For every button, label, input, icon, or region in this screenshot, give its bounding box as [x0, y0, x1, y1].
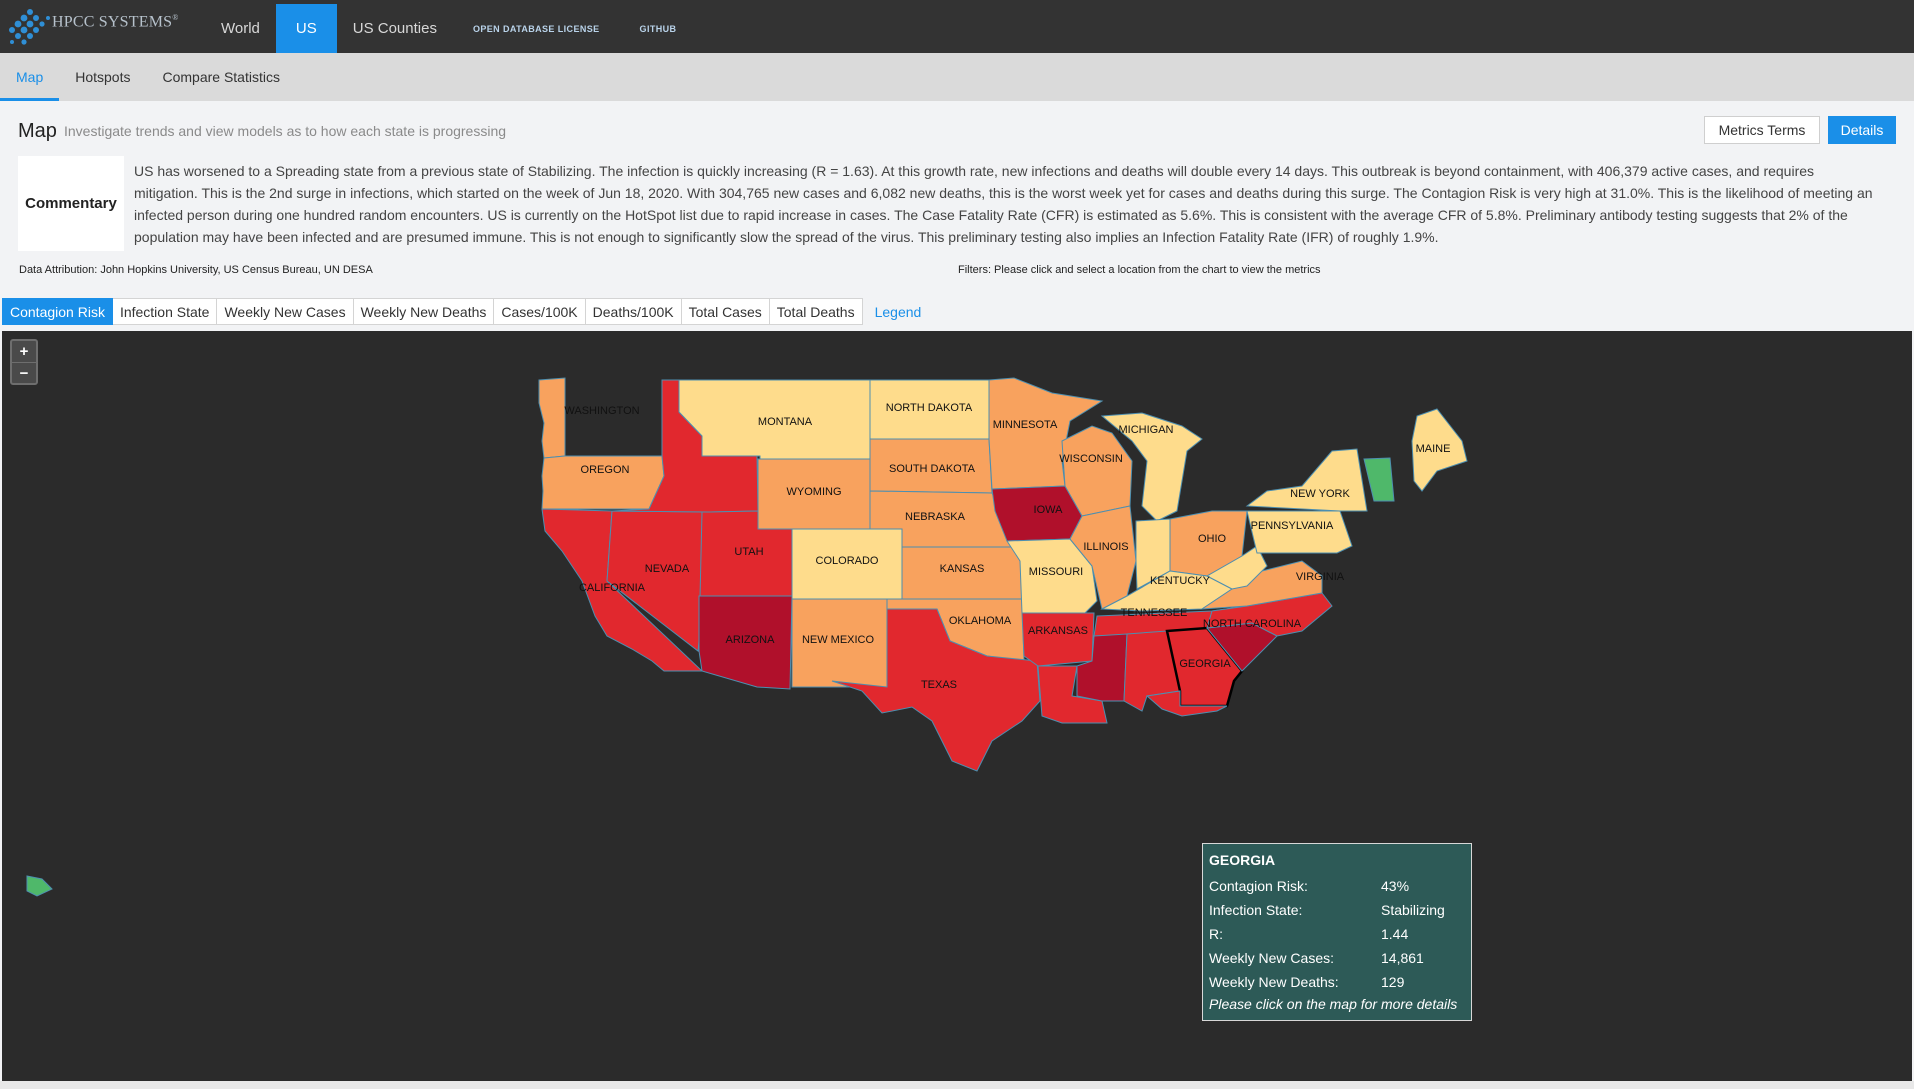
nav-us-counties[interactable]: US Counties — [337, 4, 453, 53]
metrics-terms-button[interactable]: Metrics Terms — [1704, 116, 1820, 144]
zoom-in-button[interactable]: + — [12, 341, 36, 362]
us-choropleth-map[interactable]: WASHINGTON OREGON CALIFORNIA NEVADA UTAH ARIZ… — [2, 331, 1912, 1081]
tab-total-cases[interactable]: Total Cases — [681, 298, 770, 325]
state-label: TEXAS — [921, 679, 957, 691]
tooltip-note: Please click on the map for more details — [1209, 996, 1458, 1012]
metric-tabs: Contagion Risk Infection State Weekly Ne… — [2, 298, 933, 325]
nav-github[interactable]: GITHUB — [620, 4, 697, 53]
state-label: NEW MEXICO — [802, 634, 875, 646]
tooltip-label: Weekly New Cases: — [1209, 950, 1335, 966]
state-label: KENTUCKY — [1150, 575, 1211, 587]
brand-name: HPCC SYSTEMS — [52, 13, 173, 31]
state-label: OHIO — [1198, 533, 1227, 545]
tooltip-row: Infection State: Stabilizing — [1209, 898, 1465, 922]
state-label: MICHIGAN — [1119, 424, 1174, 436]
state-label: ARKANSAS — [1028, 625, 1088, 637]
tooltip-label: Weekly New Deaths: — [1209, 974, 1339, 990]
tooltip-value: 14,861 — [1381, 950, 1424, 966]
brand-mark: ® — [172, 12, 179, 22]
tooltip-label: R: — [1209, 926, 1223, 942]
tab-deaths-per-100k[interactable]: Deaths/100K — [585, 298, 682, 325]
page-subtitle: Investigate trends and view models as to… — [64, 123, 507, 139]
top-nav: World US US Counties OPEN DATABASE LICEN… — [205, 4, 696, 53]
tab-cases-per-100k[interactable]: Cases/100K — [494, 298, 586, 325]
zoom-control: + − — [10, 339, 38, 385]
tooltip-row: R: 1.44 — [1209, 922, 1465, 946]
state-washington[interactable] — [538, 377, 566, 459]
tooltip-row: Weekly New Deaths: 129 — [1209, 970, 1465, 994]
state-new-york[interactable] — [1245, 448, 1368, 512]
page-title: Map — [18, 120, 57, 142]
commentary-label: Commentary — [18, 156, 124, 251]
tooltip-row: Contagion Risk: 43% — [1209, 874, 1465, 898]
us-map-panel[interactable]: WASHINGTON OREGON CALIFORNIA NEVADA UTAH ARIZ… — [2, 331, 1912, 1081]
details-button[interactable]: Details — [1828, 116, 1896, 144]
tab-weekly-new-cases[interactable]: Weekly New Cases — [217, 298, 354, 325]
state-label: WYOMING — [787, 486, 842, 498]
state-label: WISCONSIN — [1059, 453, 1123, 465]
state-label: ARIZONA — [726, 634, 776, 646]
state-label: VIRGINIA — [1296, 571, 1345, 583]
hpcc-logo-icon — [9, 9, 50, 45]
state-label: UTAH — [734, 546, 763, 558]
nav-open-database-license[interactable]: OPEN DATABASE LICENSE — [453, 4, 620, 53]
bottom-bar — [0, 1081, 1914, 1089]
state-label: NORTH CAROLINA — [1203, 618, 1302, 630]
state-vermont[interactable] — [1363, 457, 1395, 502]
tab-contagion-risk[interactable]: Contagion Risk — [2, 298, 113, 325]
tooltip-value: 1.44 — [1381, 926, 1409, 942]
state-pennsylvania[interactable] — [1246, 510, 1353, 554]
tab-total-deaths[interactable]: Total Deaths — [769, 298, 863, 325]
tooltip-label: Infection State: — [1209, 902, 1303, 918]
state-label: MAINE — [1416, 443, 1451, 455]
state-label: KANSAS — [940, 563, 985, 575]
state-label: NORTH DAKOTA — [886, 402, 973, 414]
legend-link[interactable]: Legend — [863, 298, 934, 325]
zoom-out-button[interactable]: − — [12, 362, 36, 383]
data-attribution: Data Attribution: John Hopkins Universit… — [19, 264, 373, 276]
tab-compare-statistics[interactable]: Compare Statistics — [146, 53, 295, 101]
top-navbar: HPCC SYSTEMS® World US US Counties OPEN … — [0, 0, 1914, 53]
filters-text: Filters: Please click and select a locat… — [958, 264, 1321, 276]
state-arkansas[interactable] — [1021, 612, 1095, 667]
state-hawaii[interactable] — [26, 875, 53, 897]
tab-weekly-new-deaths[interactable]: Weekly New Deaths — [353, 298, 495, 325]
state-label: COLORADO — [816, 555, 879, 567]
state-label: NEVADA — [645, 563, 690, 575]
state-label: MONTANA — [758, 416, 813, 428]
commentary-text: US has worsened to a Spreading state fro… — [134, 163, 1873, 245]
state-label: TENNESSEE — [1121, 607, 1188, 619]
tab-infection-state[interactable]: Infection State — [112, 298, 218, 325]
nav-us[interactable]: US — [275, 4, 337, 53]
state-label: IOWA — [1034, 504, 1064, 516]
nav-world[interactable]: World — [205, 4, 276, 53]
state-label: MISSOURI — [1029, 566, 1083, 578]
brand-logo[interactable]: HPCC SYSTEMS® — [4, 4, 179, 46]
tooltip-value: 129 — [1381, 974, 1405, 990]
state-label: CALIFORNIA — [579, 582, 646, 594]
tooltip-value: 43% — [1381, 878, 1410, 894]
state-label: MINNESOTA — [993, 419, 1058, 431]
state-label: SOUTH DAKOTA — [889, 463, 976, 475]
tab-map[interactable]: Map — [0, 53, 60, 101]
state-label: OKLAHOMA — [949, 615, 1012, 627]
state-tooltip: GEORGIA Contagion Risk: 43% Infection Sta… — [1202, 843, 1472, 1021]
tab-hotspots[interactable]: Hotspots — [59, 53, 146, 101]
state-label: ILLINOIS — [1083, 541, 1128, 553]
state-label: OREGON — [581, 464, 630, 476]
tooltip-title: GEORGIA — [1209, 852, 1276, 868]
tooltip-value: Stabilizing — [1381, 902, 1445, 918]
state-label: NEBRASKA — [905, 511, 966, 523]
state-label: PENNSYLVANIA — [1251, 520, 1334, 532]
state-label: WASHINGTON — [564, 405, 639, 417]
state-label: NEW YORK — [1290, 488, 1350, 500]
state-label: GEORGIA — [1179, 658, 1231, 670]
sub-nav: Map Hotspots Compare Statistics — [0, 53, 1914, 101]
tooltip-row: Weekly New Cases: 14,861 — [1209, 946, 1465, 970]
tooltip-label: Contagion Risk: — [1209, 878, 1308, 894]
